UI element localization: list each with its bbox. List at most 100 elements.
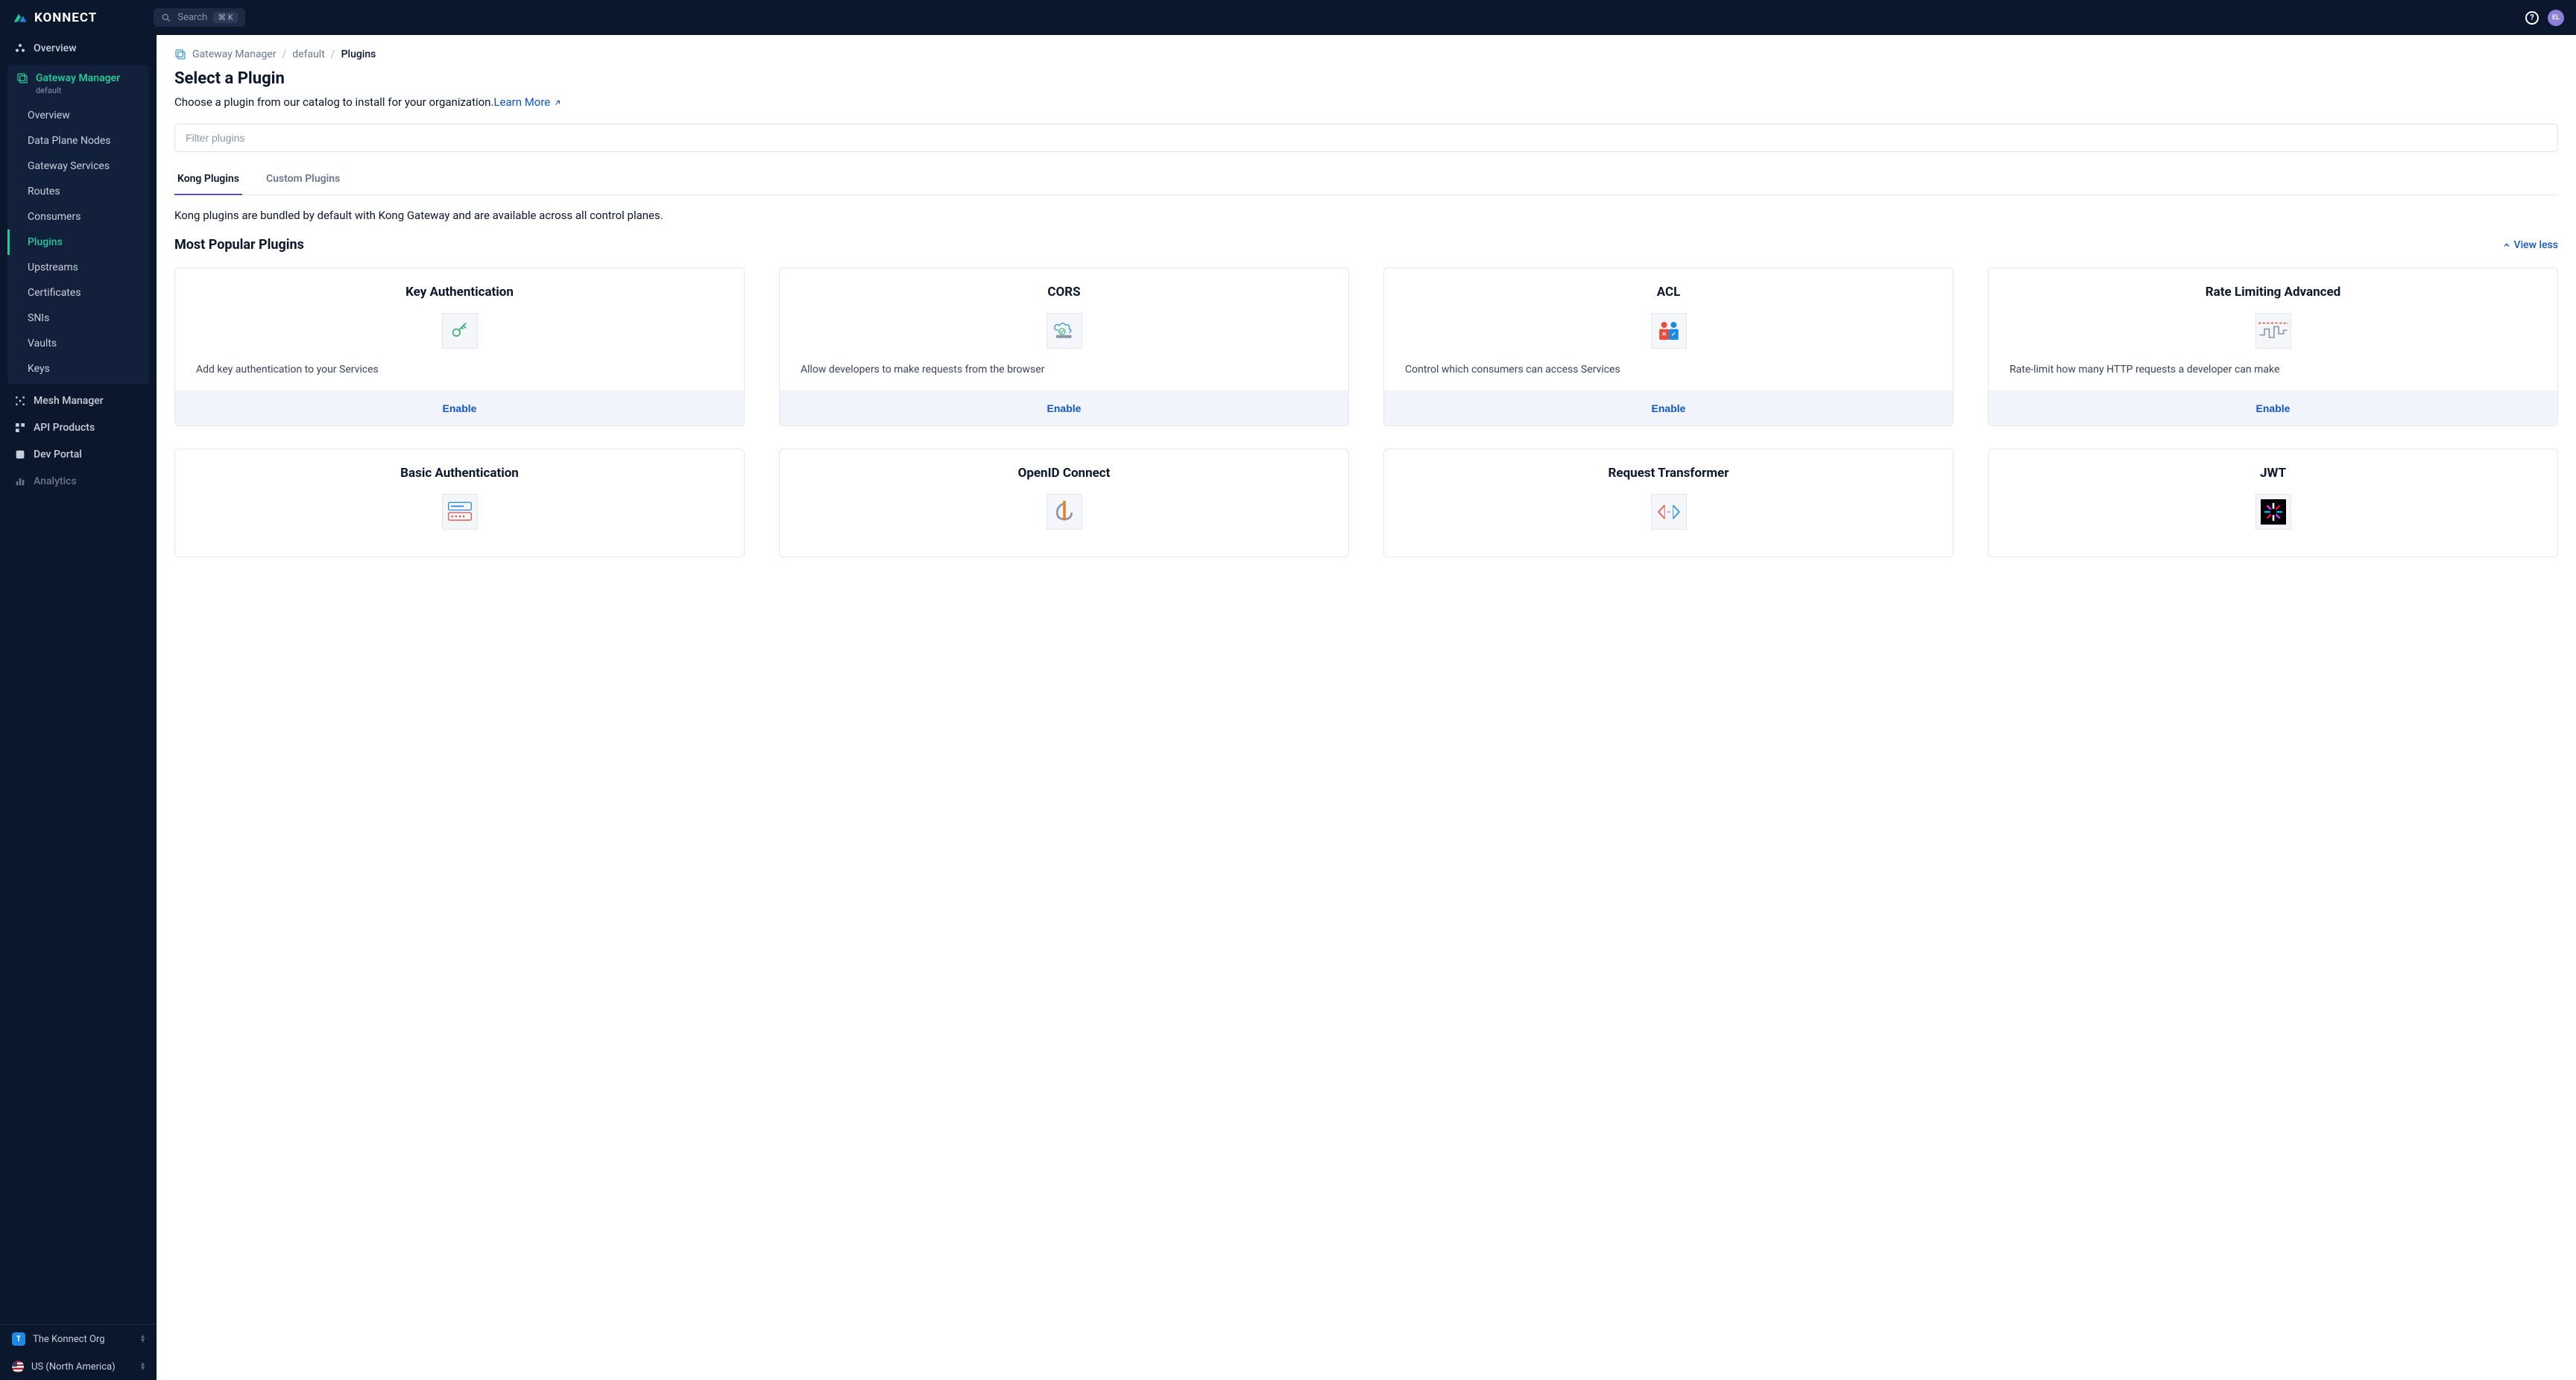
plugin-icon-reqx (1651, 494, 1687, 530)
sidebar-item-label: Dev Portal (34, 449, 82, 460)
sidebar-item-label: Overview (34, 42, 76, 54)
external-link-icon (553, 97, 562, 110)
plugin-card-cors[interactable]: CORS Allow developers to make requests fr… (779, 268, 1349, 426)
mesh-icon (14, 395, 26, 407)
popular-section-title: Most Popular Plugins (174, 237, 304, 253)
us-flag-icon (12, 1361, 24, 1373)
enable-button[interactable]: Enable (1652, 402, 1686, 414)
search-icon (161, 13, 171, 23)
org-switcher[interactable]: T The Konnect Org ▴▾ (0, 1325, 157, 1353)
popular-section-header: Most Popular Plugins View less (174, 237, 2558, 253)
sidebar-item-label: Mesh Manager (34, 395, 104, 407)
gateway-icon (174, 48, 186, 60)
sidebar-sub-plugins[interactable]: Plugins (7, 230, 149, 255)
plugin-card-title: Key Authentication (196, 285, 723, 300)
sidebar-gateway-label: Gateway Manager (36, 72, 120, 84)
analytics-icon (14, 475, 26, 487)
plugin-card-rate-limiting-advanced[interactable]: Rate Limiting Advanced Rate-limit how man… (1988, 268, 2558, 426)
sidebar-item-analytics[interactable]: Analytics (0, 468, 157, 495)
breadcrumb: Gateway Manager / default / Plugins (174, 48, 2558, 60)
enable-button[interactable]: Enable (1047, 402, 1082, 414)
kong-plugins-description: Kong plugins are bundled by default with… (174, 209, 2558, 222)
sidebar-item-label: Analytics (34, 475, 77, 487)
plugin-card-openid-connect[interactable]: OpenID Connect (779, 449, 1349, 557)
plugin-card-acl[interactable]: ACL✕✓Control which consumers can access … (1383, 268, 1954, 426)
gateway-icon (16, 72, 28, 84)
sidebar-sub-consumers[interactable]: Consumers (7, 204, 149, 230)
breadcrumb-scope[interactable]: default (292, 48, 325, 60)
learn-more-link[interactable]: Learn More (493, 95, 562, 109)
sidebar-sub-gateway-services[interactable]: Gateway Services (7, 153, 149, 179)
sidebar-footer: T The Konnect Org ▴▾ US (North America) … (0, 1324, 157, 1380)
sidebar-sub-routes[interactable]: Routes (7, 179, 149, 204)
breadcrumb-root[interactable]: Gateway Manager (192, 48, 277, 60)
sidebar-item-mesh-manager[interactable]: Mesh Manager (0, 387, 157, 414)
org-name: The Konnect Org (33, 1334, 105, 1345)
svg-text:✕: ✕ (1661, 331, 1667, 338)
region-name: US (North America) (31, 1361, 116, 1373)
plugin-cards-row: Key Authentication Add key authentication… (174, 268, 2558, 426)
plugin-tabs: Kong Plugins Custom Plugins (174, 173, 2558, 195)
sidebar-sub-upstreams[interactable]: Upstreams (7, 255, 149, 280)
sidebar-sub-keys[interactable]: Keys (7, 356, 149, 382)
plugin-icon-rate (2255, 313, 2291, 349)
brand-logo[interactable]: KONNECT (12, 10, 97, 26)
plugin-icon-oidc (1046, 494, 1082, 530)
sidebar-sub-data-plane-nodes[interactable]: Data Plane Nodes (7, 128, 149, 153)
plugin-icon-key (442, 313, 478, 349)
main-content: Gateway Manager / default / Plugins Sele… (157, 35, 2576, 1380)
konnect-logo-icon (12, 10, 28, 26)
sidebar-sub-certificates[interactable]: Certificates (7, 280, 149, 306)
chevron-up-icon (2502, 241, 2511, 250)
plugin-card-title: Rate Limiting Advanced (2010, 285, 2536, 300)
global-search[interactable]: Search ⌘ K (154, 8, 245, 27)
user-avatar[interactable]: EL (2548, 10, 2564, 26)
plugin-card-title: CORS (801, 285, 1328, 300)
plugin-card-title: Request Transformer (1405, 466, 1932, 481)
dev-portal-icon (14, 449, 26, 460)
enable-button[interactable]: Enable (443, 402, 477, 414)
tab-kong-plugins[interactable]: Kong Plugins (174, 173, 242, 195)
plugin-card-jwt[interactable]: JWT (1988, 449, 2558, 557)
sidebar: Overview Gateway Manager default Overvie… (0, 35, 157, 1380)
enable-button[interactable]: Enable (2256, 402, 2291, 414)
help-icon[interactable]: ? (2525, 11, 2539, 25)
plugin-card-basic-auth[interactable]: Basic Authentication (174, 449, 745, 557)
region-switcher[interactable]: US (North America) ▴▾ (0, 1353, 157, 1380)
view-less-toggle[interactable]: View less (2502, 239, 2558, 251)
sidebar-sub-gw-overview[interactable]: Overview (7, 103, 149, 128)
breadcrumb-current: Plugins (341, 48, 376, 60)
plugin-card-desc: Rate-limit how many HTTP requests a deve… (2010, 362, 2536, 377)
tab-custom-plugins[interactable]: Custom Plugins (263, 173, 343, 195)
org-chip: T (12, 1332, 25, 1346)
plugin-cards-row: Basic Authentication OpenID Connect Reques… (174, 449, 2558, 557)
plugin-icon-basic (442, 494, 478, 530)
sidebar-gateway-header[interactable]: Gateway Manager default (7, 65, 149, 103)
plugin-card-desc: Control which consumers can access Servi… (1405, 362, 1932, 377)
plugin-card-desc: Allow developers to make requests from t… (801, 362, 1328, 377)
plugin-icon-cors (1046, 313, 1082, 349)
search-shortcut: ⌘ K (213, 12, 238, 23)
plugin-icon-jwt (2255, 494, 2291, 530)
plugin-icon-acl: ✕✓ (1651, 313, 1687, 349)
filter-plugins-input[interactable] (174, 124, 2558, 152)
plugin-card-request-transformer[interactable]: Request Transformer (1383, 449, 1954, 557)
sidebar-item-overview[interactable]: Overview (0, 35, 157, 62)
sidebar-group-gateway: Gateway Manager default OverviewData Pla… (7, 65, 149, 384)
plugin-card-title: OpenID Connect (801, 466, 1328, 481)
plugin-card-key-auth[interactable]: Key Authentication Add key authentication… (174, 268, 745, 426)
api-products-icon (14, 422, 26, 434)
svg-text:✓: ✓ (1671, 331, 1676, 338)
sidebar-item-dev-portal[interactable]: Dev Portal (0, 441, 157, 468)
sidebar-item-label: API Products (34, 422, 95, 434)
sidebar-sub-vaults[interactable]: Vaults (7, 331, 149, 356)
breadcrumb-sep: / (282, 48, 287, 60)
sidebar-item-api-products[interactable]: API Products (0, 414, 157, 441)
sidebar-sub-snis[interactable]: SNIs (7, 306, 149, 331)
breadcrumb-sep: / (331, 48, 335, 60)
plugin-card-title: JWT (2010, 466, 2536, 481)
plugin-card-title: Basic Authentication (196, 466, 723, 481)
chevron-updown-icon: ▴▾ (141, 1362, 145, 1371)
overview-icon (14, 42, 26, 54)
plugin-card-desc: Add key authentication to your Services (196, 362, 723, 377)
